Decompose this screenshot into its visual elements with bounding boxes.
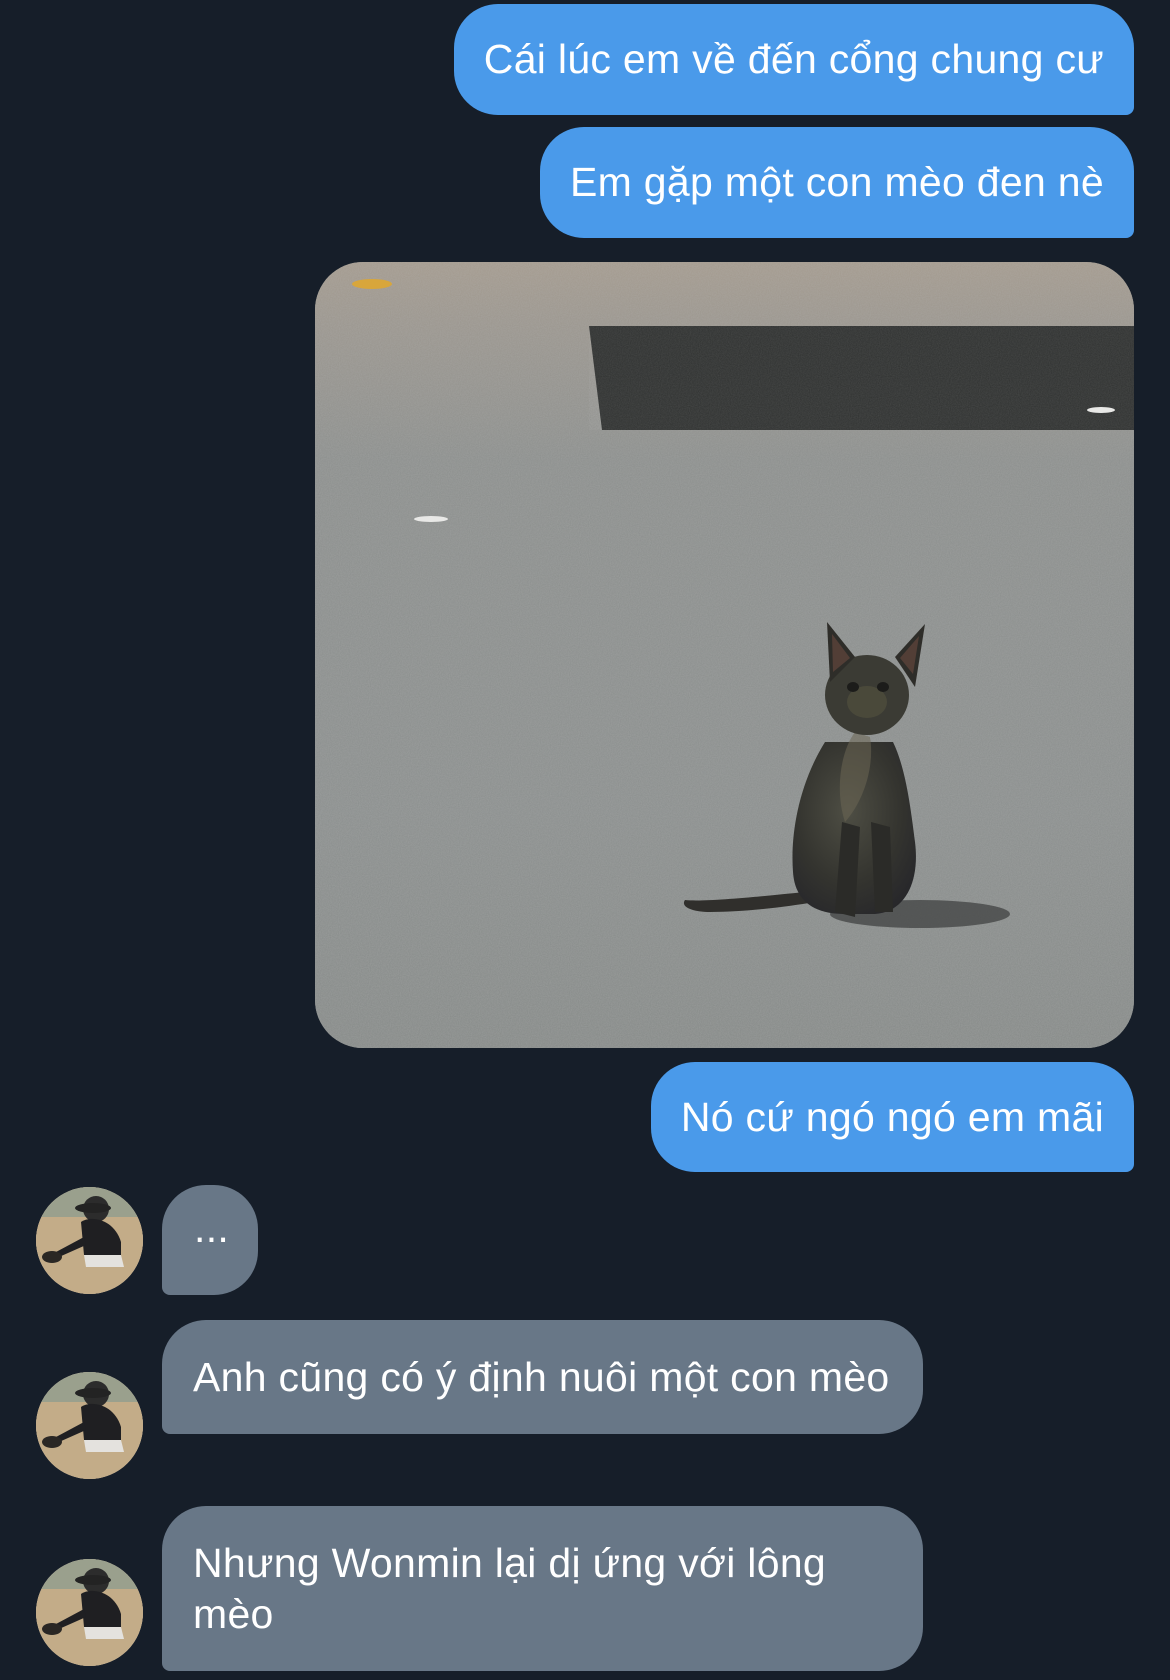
- shared-photo-cat[interactable]: [315, 262, 1134, 1048]
- contact-avatar[interactable]: [36, 1372, 143, 1479]
- message-text: Em gặp một con mèo đen nè: [570, 159, 1104, 205]
- incoming-message-bubble[interactable]: ...: [162, 1185, 258, 1295]
- contact-avatar[interactable]: [36, 1187, 143, 1294]
- incoming-message-bubble[interactable]: Nhưng Wonmin lại dị ứng với lông mèo: [162, 1506, 923, 1671]
- incoming-message-bubble[interactable]: Anh cũng có ý định nuôi một con mèo: [162, 1320, 923, 1434]
- message-text: Cái lúc em về đến cổng chung cư: [483, 36, 1104, 82]
- outgoing-message-bubble[interactable]: Em gặp một con mèo đen nè: [540, 127, 1134, 238]
- contact-avatar[interactable]: [36, 1559, 143, 1666]
- outgoing-message-bubble[interactable]: Nó cứ ngó ngó em mãi: [650, 1062, 1134, 1172]
- message-text: Anh cũng có ý định nuôi một con mèo: [193, 1354, 890, 1400]
- message-text: Nhưng Wonmin lại dị ứng với lông mèo: [193, 1540, 827, 1637]
- message-text: ...: [194, 1205, 230, 1251]
- outgoing-message-bubble[interactable]: Cái lúc em về đến cổng chung cư: [453, 4, 1134, 115]
- message-text: Nó cứ ngó ngó em mãi: [680, 1093, 1104, 1140]
